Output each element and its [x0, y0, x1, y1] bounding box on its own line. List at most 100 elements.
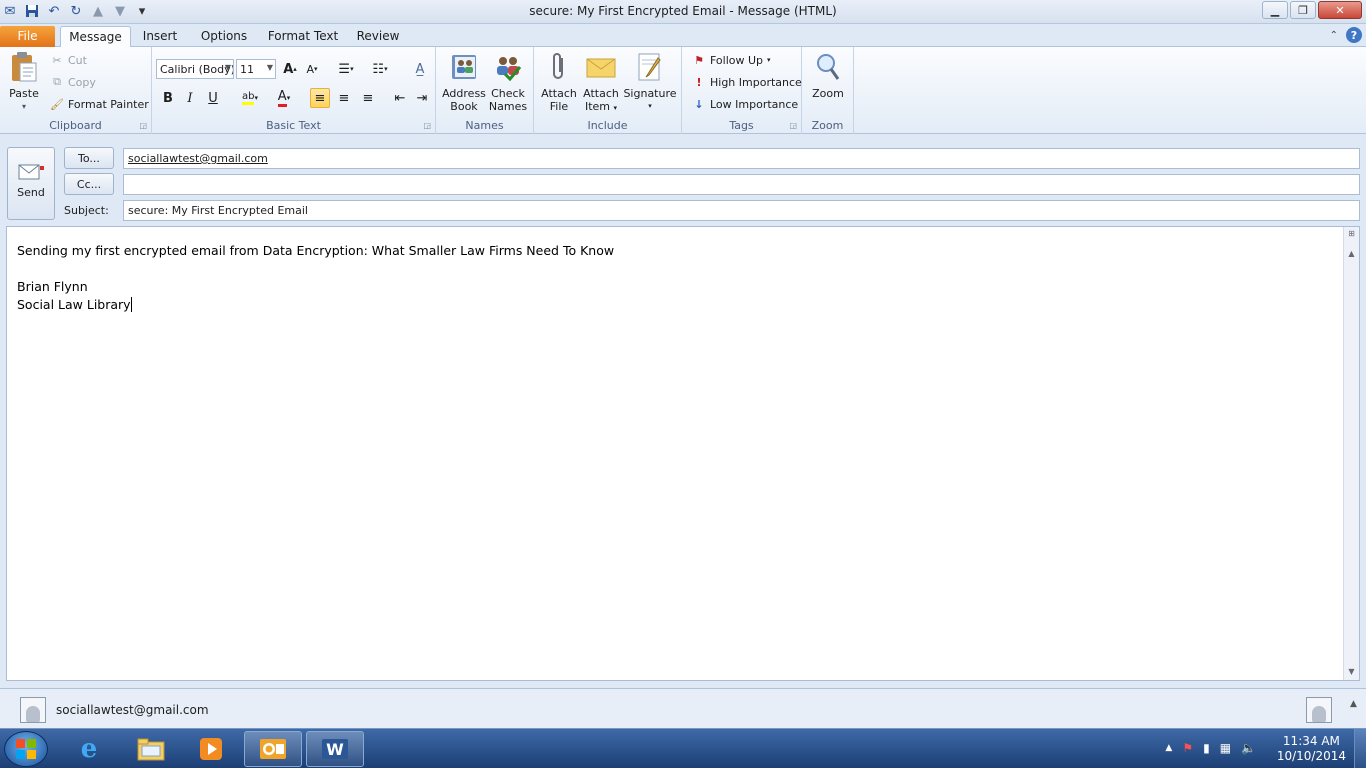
attach-item-button[interactable]: Attach Item ▾ — [580, 51, 622, 115]
font-name-combo[interactable]: Calibri (Body) ▼ — [156, 59, 234, 79]
styles-button[interactable]: A̲ — [410, 59, 430, 79]
show-hidden-icons-icon[interactable]: ▲ — [1165, 743, 1172, 753]
tab-format-text[interactable]: Format Text — [266, 26, 340, 47]
cc-button[interactable]: Cc... — [64, 173, 114, 195]
bullets-button[interactable]: ☰ ▾ — [336, 59, 356, 79]
bold-button[interactable]: B — [158, 88, 178, 108]
send-button[interactable]: Send — [7, 147, 55, 220]
tab-options[interactable]: Options — [196, 26, 252, 47]
windows-explorer-icon — [137, 738, 165, 761]
vertical-scrollbar[interactable]: ⊞ ▲ ▼ — [1343, 227, 1359, 680]
low-importance-label: Low Importance — [710, 97, 799, 111]
to-field[interactable]: sociallawtest@gmail.com — [123, 148, 1360, 169]
body-line-last: Social Law Library — [17, 297, 132, 312]
attach-file-button[interactable]: Attach File — [538, 51, 580, 113]
clock-time: 11:34 AM — [1282, 734, 1340, 748]
numbering-button[interactable]: ☷ ▾ — [370, 59, 390, 79]
minimize-button[interactable]: ▁ — [1262, 1, 1288, 19]
font-color-button[interactable]: A ▾ — [270, 88, 298, 108]
internet-explorer-icon: e — [80, 734, 98, 764]
subject-field[interactable]: secure: My First Encrypted Email — [123, 200, 1360, 221]
shrink-font-button[interactable]: A ▾ — [302, 59, 322, 79]
include-group-label: Include — [587, 119, 628, 132]
cut-button[interactable]: ✂ Cut — [50, 53, 87, 67]
increase-indent-button[interactable]: ⇥ — [412, 88, 432, 108]
copy-button[interactable]: ⧉ Copy — [50, 75, 96, 89]
align-left-button[interactable]: ≡ — [310, 88, 330, 108]
to-button[interactable]: To... — [64, 147, 114, 169]
dialog-launcher-icon[interactable]: ◲ — [423, 121, 431, 130]
network-icon[interactable]: ▦ — [1220, 741, 1231, 755]
maximize-button[interactable]: ❐ — [1290, 1, 1316, 19]
avatar[interactable] — [20, 697, 46, 723]
battery-icon[interactable]: ▮ — [1203, 741, 1210, 755]
help-icon[interactable]: ? — [1346, 27, 1362, 43]
scroll-up-icon[interactable]: ▲ — [1346, 249, 1357, 258]
paste-button[interactable]: Paste ▾ — [4, 51, 44, 113]
zoom-group: Zoom Zoom — [802, 47, 854, 134]
scroll-down-icon[interactable]: ▼ — [1346, 667, 1357, 676]
font-color-icon: A — [277, 89, 287, 107]
outlook-icon — [260, 739, 286, 759]
follow-up-button[interactable]: ⚑ Follow Up ▾ — [692, 53, 771, 67]
body-line-text: Social Law Library — [17, 297, 131, 312]
dialog-launcher-icon[interactable]: ◲ — [789, 121, 797, 130]
show-desktop-button[interactable] — [1354, 729, 1366, 768]
clock[interactable]: 11:34 AM 10/10/2014 — [1277, 734, 1346, 764]
font-size-combo[interactable]: 11 ▼ — [236, 59, 276, 79]
grow-font-button[interactable]: A ▴ — [280, 59, 300, 79]
taskbar-windows-explorer[interactable] — [122, 731, 180, 767]
clipboard-group: Paste ▾ ✂ Cut ⧉ Copy 🖌 Format Painter Cl… — [0, 47, 152, 134]
basic-text-group-label: Basic Text — [266, 119, 321, 132]
align-center-button[interactable]: ≡ — [334, 88, 354, 108]
decrease-indent-button[interactable]: ⇤ — [390, 88, 410, 108]
underline-button[interactable]: U — [203, 88, 223, 108]
taskbar-media-player[interactable] — [182, 731, 240, 767]
body-line: Brian Flynn — [17, 279, 88, 294]
cc-field[interactable] — [123, 174, 1360, 195]
people-contact[interactable]: sociallawtest@gmail.com — [56, 703, 209, 717]
align-right-icon: ≡ — [362, 90, 374, 106]
clipboard-group-label: Clipboard — [49, 119, 102, 132]
high-importance-button[interactable]: ! High Importance — [692, 75, 801, 89]
collapse-ribbon-icon[interactable]: ⌃ — [1330, 30, 1338, 41]
taskbar-internet-explorer[interactable]: e — [60, 731, 118, 767]
increase-indent-icon: ⇥ — [416, 90, 428, 106]
align-right-button[interactable]: ≡ — [358, 88, 378, 108]
taskbar-outlook[interactable] — [244, 731, 302, 767]
numbering-icon: ☷ — [372, 61, 385, 77]
zoom-button[interactable]: Zoom — [806, 51, 850, 100]
avatar[interactable] — [1306, 697, 1332, 723]
envelope-icon — [585, 51, 617, 83]
format-painter-label: Format Painter — [68, 97, 149, 111]
media-player-icon — [200, 738, 222, 760]
volume-icon[interactable]: 🔈 — [1241, 741, 1256, 755]
expand-pane-icon[interactable]: ▲ — [1350, 699, 1357, 709]
names-group-label: Names — [465, 119, 504, 132]
close-button[interactable]: ✕ — [1318, 1, 1362, 19]
address-book-button[interactable]: Address Book — [440, 51, 488, 113]
dialog-launcher-icon[interactable]: ◲ — [139, 121, 147, 130]
tab-insert[interactable]: Insert — [138, 26, 182, 47]
format-painter-button[interactable]: 🖌 Format Painter — [50, 97, 149, 111]
taskbar-word[interactable]: W — [306, 731, 364, 767]
font-size-value: 11 — [240, 63, 254, 76]
check-names-button[interactable]: Check Names — [486, 51, 530, 113]
attach-file-label: Attach — [541, 87, 577, 100]
tab-message[interactable]: Message — [60, 26, 131, 48]
low-importance-button[interactable]: ↓ Low Importance — [692, 97, 798, 111]
highlight-button[interactable]: ab ▾ — [236, 88, 264, 108]
tab-file[interactable]: File — [0, 26, 55, 47]
start-button[interactable] — [4, 731, 48, 767]
align-center-icon: ≡ — [338, 90, 350, 106]
message-body[interactable]: Sending my first encrypted email from Da… — [6, 226, 1360, 681]
styles-icon: A̲ — [415, 61, 425, 77]
ruler-toggle-icon[interactable]: ⊞ — [1346, 229, 1357, 238]
italic-button[interactable]: I — [180, 88, 200, 108]
to-recipient[interactable]: sociallawtest@gmail.com — [128, 152, 268, 165]
action-center-icon[interactable]: ⚑ — [1182, 741, 1193, 755]
system-tray: ▲ ⚑ ▮ ▦ 🔈 — [1165, 741, 1256, 755]
ribbon-tabs: File Message Insert Options Format Text … — [0, 24, 1366, 48]
signature-button[interactable]: Signature ▾ — [622, 51, 678, 113]
tab-review[interactable]: Review — [354, 26, 402, 47]
